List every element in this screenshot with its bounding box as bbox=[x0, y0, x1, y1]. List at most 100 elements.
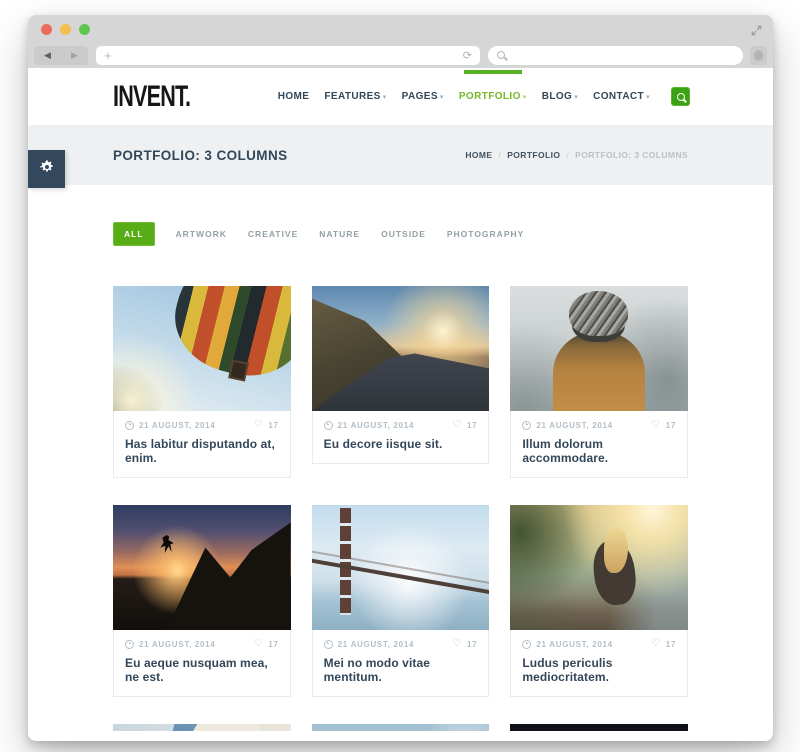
portfolio-image-person-cream-sweater[interactable] bbox=[113, 724, 291, 731]
portfolio-card: 21 AUGUST, 2014 ♡ 17 Illum dolorum accom… bbox=[510, 286, 688, 478]
portfolio-image-mountain-road-sunset[interactable] bbox=[312, 286, 490, 411]
portfolio-card: 21 AUGUST, 2014 ♡ 17 Ludus periculis med… bbox=[510, 505, 688, 697]
address-bar[interactable]: + ⟳ bbox=[96, 46, 480, 65]
card-caption: 21 AUGUST, 2014 ♡ 17 Mei no modo vitae m… bbox=[312, 630, 490, 697]
traffic-lights bbox=[41, 24, 90, 35]
refresh-icon[interactable]: ⟳ bbox=[463, 49, 472, 62]
heart-icon[interactable]: ♡ bbox=[254, 639, 264, 649]
card-date: 21 AUGUST, 2014 bbox=[536, 640, 612, 649]
browser-search-field[interactable] bbox=[488, 46, 743, 65]
card-caption: 21 AUGUST, 2014 ♡ 17 Eu aeque nusquam me… bbox=[113, 630, 291, 697]
card-date: 21 AUGUST, 2014 bbox=[338, 421, 414, 430]
portfolio-card bbox=[510, 724, 688, 731]
nav-item-label: PAGES bbox=[402, 91, 438, 102]
header-search-button[interactable] bbox=[671, 87, 690, 106]
card-meta: 21 AUGUST, 2014 ♡ 17 bbox=[125, 639, 279, 649]
search-icon bbox=[497, 51, 505, 59]
minimize-window-button[interactable] bbox=[60, 24, 71, 35]
page-viewport: ALL ARTWORK CREATIVE NATURE OUTSIDE PHOTOGRAP… bbox=[28, 185, 773, 731]
browser-chrome: ◀ ▶ + ⟳ bbox=[28, 15, 773, 68]
portfolio-image-hot-air-balloon[interactable] bbox=[113, 286, 291, 411]
forward-button[interactable]: ▶ bbox=[71, 50, 78, 61]
breadcrumb-separator: / bbox=[566, 150, 569, 160]
clock-icon bbox=[324, 421, 333, 430]
card-title[interactable]: Has labitur disputando at, enim. bbox=[125, 437, 279, 465]
chevron-down-icon: ▾ bbox=[440, 93, 444, 101]
breadcrumb-item[interactable]: PORTFOLIO: 3 COLUMNS bbox=[575, 150, 688, 160]
settings-panel-toggle[interactable] bbox=[28, 150, 65, 188]
nav-item-contact[interactable]: CONTACT ▾ bbox=[593, 91, 650, 102]
breadcrumb-separator: / bbox=[498, 150, 501, 160]
card-title[interactable]: Mei no modo vitae mentitum. bbox=[324, 656, 478, 684]
heart-icon[interactable]: ♡ bbox=[452, 420, 462, 430]
heart-icon[interactable]: ♡ bbox=[651, 639, 661, 649]
breadcrumb-item[interactable]: HOME bbox=[465, 150, 492, 160]
card-title[interactable]: Illum dolorum accommodare. bbox=[522, 437, 676, 465]
breadcrumb-item[interactable]: PORTFOLIO bbox=[507, 150, 560, 160]
filter-photography[interactable]: PHOTOGRAPHY bbox=[447, 229, 524, 239]
filter-nature[interactable]: NATURE bbox=[319, 229, 360, 239]
portfolio-image-girl-sitting-lake-sun[interactable] bbox=[510, 505, 688, 630]
chevron-down-icon: ▾ bbox=[574, 93, 578, 101]
portfolio-grid: 21 AUGUST, 2014 ♡ 17 Has labitur disputa… bbox=[113, 286, 688, 731]
card-date: 21 AUGUST, 2014 bbox=[139, 421, 215, 430]
portfolio-card bbox=[312, 724, 490, 731]
card-caption: 21 AUGUST, 2014 ♡ 17 Eu decore iisque si… bbox=[312, 411, 490, 464]
site-header: INVENT. HOME FEATURES ▾ PAGES ▾ PORTFOLI… bbox=[28, 68, 773, 125]
heart-icon[interactable]: ♡ bbox=[651, 420, 661, 430]
card-likes: 17 bbox=[467, 640, 477, 649]
nav-item-portfolio[interactable]: PORTFOLIO ▾ bbox=[459, 91, 527, 102]
filter-outside[interactable]: OUTSIDE bbox=[381, 229, 426, 239]
portfolio-image-jumping-silhouette-sunset[interactable] bbox=[113, 505, 291, 630]
clock-icon bbox=[125, 640, 134, 649]
back-button[interactable]: ◀ bbox=[44, 50, 51, 61]
close-window-button[interactable] bbox=[41, 24, 52, 35]
card-date: 21 AUGUST, 2014 bbox=[338, 640, 414, 649]
main-navigation: HOME FEATURES ▾ PAGES ▾ PORTFOLIO ▾ BLOG… bbox=[278, 87, 773, 106]
resize-icon[interactable] bbox=[751, 23, 762, 41]
search-icon bbox=[677, 93, 685, 101]
card-meta: 21 AUGUST, 2014 ♡ 17 bbox=[522, 420, 676, 430]
history-nav-group: ◀ ▶ bbox=[34, 46, 88, 65]
zoom-window-button[interactable] bbox=[79, 24, 90, 35]
site-logo[interactable]: INVENT. bbox=[113, 79, 190, 113]
portfolio-image-golden-gate-bridge-fog[interactable] bbox=[312, 505, 490, 630]
filter-artwork[interactable]: ARTWORK bbox=[176, 229, 227, 239]
card-meta: 21 AUGUST, 2014 ♡ 17 bbox=[125, 420, 279, 430]
card-title[interactable]: Eu aeque nusquam mea, ne est. bbox=[125, 656, 279, 684]
chevron-down-icon: ▾ bbox=[383, 93, 387, 101]
nav-item-label: HOME bbox=[278, 91, 310, 102]
portfolio-image-beer-bottles-sunset[interactable] bbox=[312, 724, 490, 731]
heart-icon[interactable]: ♡ bbox=[254, 420, 264, 430]
card-meta: 21 AUGUST, 2014 ♡ 17 bbox=[324, 639, 478, 649]
heart-icon[interactable]: ♡ bbox=[452, 639, 462, 649]
new-tab-icon[interactable]: + bbox=[104, 49, 112, 62]
portfolio-image-person-beanie-fog[interactable] bbox=[510, 286, 688, 411]
downloads-icon bbox=[754, 50, 763, 61]
chevron-down-icon: ▾ bbox=[646, 93, 650, 101]
nav-item-features[interactable]: FEATURES ▾ bbox=[324, 91, 386, 102]
nav-item-home[interactable]: HOME bbox=[278, 91, 310, 102]
card-date: 21 AUGUST, 2014 bbox=[139, 640, 215, 649]
filter-all[interactable]: ALL bbox=[113, 222, 155, 246]
portfolio-card: 21 AUGUST, 2014 ♡ 17 Mei no modo vitae m… bbox=[312, 505, 490, 697]
gear-icon bbox=[39, 159, 55, 180]
portfolio-card: 21 AUGUST, 2014 ♡ 17 Eu decore iisque si… bbox=[312, 286, 490, 478]
clock-icon bbox=[125, 421, 134, 430]
card-caption: 21 AUGUST, 2014 ♡ 17 Has labitur disputa… bbox=[113, 411, 291, 478]
portfolio-card bbox=[113, 724, 291, 731]
filter-creative[interactable]: CREATIVE bbox=[248, 229, 298, 239]
downloads-button[interactable] bbox=[750, 46, 767, 65]
browser-window: ◀ ▶ + ⟳ INVENT. HOME FEATURES ▾ PAGES ▾ … bbox=[28, 15, 773, 741]
card-title[interactable]: Eu decore iisque sit. bbox=[324, 437, 478, 451]
card-likes: 17 bbox=[666, 421, 676, 430]
nav-item-label: BLOG bbox=[542, 91, 573, 102]
page-title-bar: PORTFOLIO: 3 COLUMNS HOME/PORTFOLIO/PORT… bbox=[28, 125, 773, 185]
clock-icon bbox=[522, 640, 531, 649]
portfolio-image-city-night-lights[interactable] bbox=[510, 724, 688, 731]
nav-item-pages[interactable]: PAGES ▾ bbox=[402, 91, 444, 102]
nav-item-blog[interactable]: BLOG ▾ bbox=[542, 91, 578, 102]
card-title[interactable]: Ludus periculis mediocritatem. bbox=[522, 656, 676, 684]
nav-item-label: FEATURES bbox=[324, 91, 380, 102]
card-meta: 21 AUGUST, 2014 ♡ 17 bbox=[324, 420, 478, 430]
